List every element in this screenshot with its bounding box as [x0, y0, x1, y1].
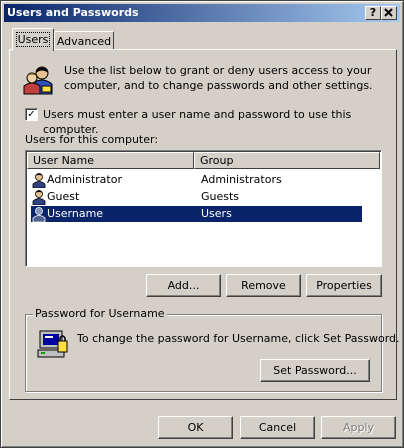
users-list[interactable]: User Name Group Administrator Administra… [25, 150, 382, 267]
group-cell: Users [201, 207, 232, 220]
apply-button-label: Apply [342, 421, 375, 434]
remove-button[interactable]: Remove [226, 274, 301, 297]
users-icon [23, 66, 53, 95]
user-icon [31, 206, 47, 222]
table-row-administrator[interactable]: Administrator Administrators [31, 172, 362, 188]
require-login-checkbox[interactable]: ✓ [25, 108, 38, 121]
tab-users[interactable]: Users [12, 28, 54, 51]
checkmark-icon: ✓ [27, 109, 36, 120]
add-button[interactable]: Add... [146, 274, 221, 297]
apply-button[interactable]: Apply [321, 416, 396, 439]
set-password-button-label: Set Password... [273, 364, 357, 377]
column-header-user-name[interactable]: User Name [27, 152, 194, 169]
table-row-username[interactable]: Username Users [31, 206, 362, 222]
intro-text: Use the list below to grant or deny user… [64, 63, 373, 93]
title-bar[interactable]: Users and Passwords ? [4, 4, 400, 22]
remove-button-label: Remove [241, 279, 286, 292]
users-list-label: Users for this computer: [25, 133, 159, 146]
dialog-window: Users and Passwords ? Users Advanced Use… [0, 0, 404, 448]
tab-advanced-label: Advanced [56, 35, 112, 48]
password-group-title: Password for Username [33, 307, 167, 320]
add-button-label: Add... [167, 279, 200, 292]
set-password-button[interactable]: Set Password... [260, 359, 370, 382]
user-name-cell: Administrator [47, 173, 122, 186]
help-button[interactable]: ? [365, 6, 381, 20]
group-cell: Administrators [201, 173, 282, 186]
user-icon [32, 173, 46, 188]
column-header-group[interactable]: Group [194, 152, 380, 169]
table-row-guest[interactable]: Guest Guests [31, 189, 362, 205]
intro-line-2: computer, and to change passwords and ot… [64, 79, 373, 92]
user-name-cell: Guest [47, 190, 80, 203]
properties-button-label: Properties [316, 279, 372, 292]
cancel-button-label: Cancel [258, 421, 297, 434]
password-instructions: To change the password for Username, cli… [77, 332, 400, 345]
group-cell: Guests [201, 190, 240, 203]
close-icon [384, 8, 393, 17]
ok-button-label: OK [187, 421, 204, 434]
tab-users-label: Users [15, 32, 51, 47]
user-name-cell: Username [47, 207, 104, 220]
intro-line-1: Use the list below to grant or deny user… [64, 64, 372, 77]
ok-button[interactable]: OK [158, 416, 233, 439]
properties-button[interactable]: Properties [306, 274, 382, 297]
computer-password-icon [37, 330, 68, 358]
close-button[interactable] [381, 6, 397, 20]
tab-advanced[interactable]: Advanced [54, 31, 114, 50]
user-icon [32, 190, 46, 205]
cancel-button[interactable]: Cancel [240, 416, 315, 439]
window-title: Users and Passwords [7, 6, 139, 19]
